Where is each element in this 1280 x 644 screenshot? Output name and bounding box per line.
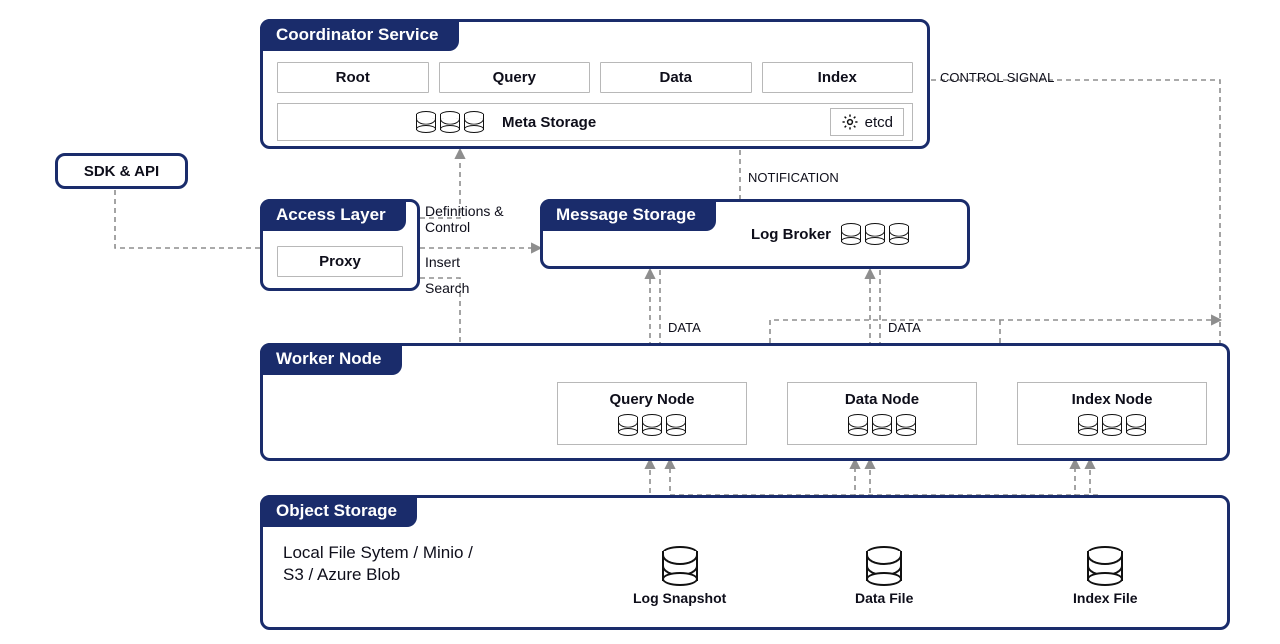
- log-broker-label: Log Broker: [751, 226, 831, 243]
- anno-notification: NOTIFICATION: [748, 170, 839, 185]
- meta-storage-icons: [416, 111, 484, 133]
- object-storage-title: Object Storage: [260, 495, 417, 527]
- cylinder-icon: [440, 111, 460, 133]
- cylinder-large-icon: [1087, 546, 1123, 586]
- anno-insert: Insert: [425, 254, 460, 270]
- proxy-box: Proxy: [277, 246, 403, 277]
- index-node-label: Index Node: [1072, 391, 1153, 408]
- sdk-api-box: SDK & API: [55, 153, 188, 189]
- coord-query: Query: [439, 62, 591, 93]
- object-storage-panel: Object Storage Local File Sytem / Minio …: [260, 495, 1230, 630]
- sdk-label: SDK & API: [84, 163, 159, 180]
- cylinder-icon: [642, 414, 662, 436]
- worker-node-panel: Worker Node Query Node Data Node I: [260, 343, 1230, 461]
- cylinder-icon: [1102, 414, 1122, 436]
- cylinder-icon: [848, 414, 868, 436]
- log-snapshot-label: Log Snapshot: [633, 590, 726, 606]
- data-node-box: Data Node: [787, 382, 977, 445]
- anno-data-2: DATA: [888, 320, 921, 335]
- anno-data-1: DATA: [668, 320, 701, 335]
- object-storage-desc: Local File Sytem / Minio / S3 / Azure Bl…: [283, 542, 493, 586]
- cylinder-icon: [1078, 414, 1098, 436]
- data-file-item: Data File: [855, 546, 913, 606]
- etcd-box: etcd: [830, 108, 904, 136]
- etcd-label: etcd: [865, 114, 893, 131]
- anno-definitions: Definitions & Control: [425, 203, 504, 235]
- message-storage-panel: Message Storage Log Broker: [540, 199, 970, 269]
- access-layer-panel: Access Layer Proxy: [260, 199, 420, 291]
- gear-icon: [841, 113, 859, 131]
- cylinder-large-icon: [866, 546, 902, 586]
- index-node-box: Index Node: [1017, 382, 1207, 445]
- coordinator-panel: Coordinator Service Root Query Data Inde…: [260, 19, 930, 149]
- log-snapshot-item: Log Snapshot: [633, 546, 726, 606]
- cylinder-icon: [416, 111, 436, 133]
- data-file-label: Data File: [855, 590, 913, 606]
- coord-root: Root: [277, 62, 429, 93]
- cylinder-icon: [464, 111, 484, 133]
- index-file-label: Index File: [1073, 590, 1138, 606]
- coord-data: Data: [600, 62, 752, 93]
- cylinder-icon: [872, 414, 892, 436]
- query-node-label: Query Node: [609, 391, 694, 408]
- cylinder-icon: [841, 223, 861, 245]
- cylinder-icon: [666, 414, 686, 436]
- cylinder-icon: [1126, 414, 1146, 436]
- data-node-label: Data Node: [845, 391, 919, 408]
- meta-storage-label: Meta Storage: [502, 114, 596, 131]
- cylinder-icon: [618, 414, 638, 436]
- cylinder-large-icon: [662, 546, 698, 586]
- meta-storage-row: Meta Storage etcd: [277, 103, 913, 141]
- cylinder-icon: [896, 414, 916, 436]
- coordinator-title: Coordinator Service: [260, 19, 459, 51]
- message-storage-title: Message Storage: [540, 199, 716, 231]
- coord-index: Index: [762, 62, 914, 93]
- cylinder-icon: [865, 223, 885, 245]
- worker-node-title: Worker Node: [260, 343, 402, 375]
- anno-control-signal: CONTROL SIGNAL: [940, 70, 1054, 85]
- index-file-item: Index File: [1073, 546, 1138, 606]
- query-node-box: Query Node: [557, 382, 747, 445]
- cylinder-icon: [889, 223, 909, 245]
- anno-search: Search: [425, 280, 469, 296]
- access-layer-title: Access Layer: [260, 199, 406, 231]
- log-broker-icons: [841, 223, 909, 245]
- coordinator-items-row: Root Query Data Index: [277, 62, 913, 93]
